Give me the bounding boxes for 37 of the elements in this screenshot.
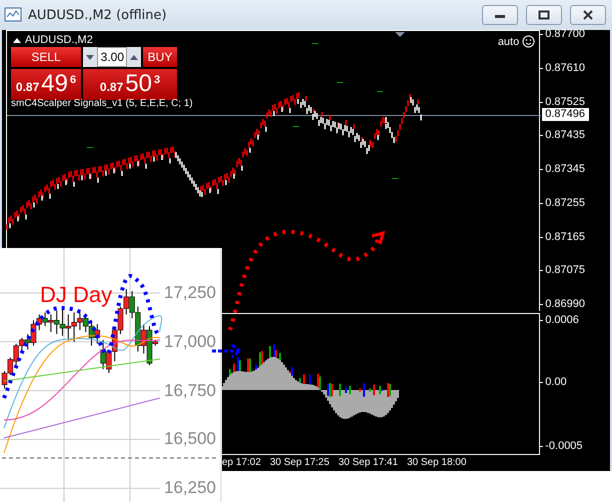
close-icon <box>582 10 594 20</box>
current-price-label: 0.87496 <box>542 108 589 121</box>
inset-chart-title: DJ Day <box>40 282 112 308</box>
signal-dash <box>392 178 398 179</box>
marker-triangle-icon <box>395 32 405 37</box>
sell-button[interactable]: SELL <box>11 47 81 67</box>
scale-mode-label: auto <box>498 35 520 49</box>
inset-price-label: 17,250 <box>164 282 216 303</box>
inset-price-label: 16,250 <box>164 478 216 498</box>
close-button[interactable] <box>570 5 606 25</box>
restore-icon <box>538 10 550 20</box>
inset-price-label: 17,000 <box>164 332 216 352</box>
indicator-label: smC4Scalper Signals_v1 (5, E,E,E, C; 1) <box>11 97 193 110</box>
signal-dash <box>87 147 93 148</box>
smiley-icon <box>522 35 536 48</box>
price-axis-label: 0.87525 <box>540 94 585 108</box>
signal-dash <box>337 82 343 83</box>
collapse-triangle-icon[interactable] <box>13 37 21 43</box>
minimize-button[interactable] <box>482 5 518 25</box>
time-axis-label: ep 17:02 <box>222 456 261 470</box>
time-axis-label: 30 Sep 17:25 <box>270 456 330 470</box>
inset-price-label: 16,750 <box>164 380 216 401</box>
buy-button[interactable]: BUY <box>143 47 177 67</box>
window-title: AUDUSD.,M2 (offline) <box>28 8 168 22</box>
signal-dash <box>312 43 318 44</box>
signal-dash <box>293 126 299 127</box>
caret-down-icon <box>86 54 94 60</box>
lots-input[interactable]: 3.00 <box>97 47 127 67</box>
chart-window-icon <box>4 7 22 23</box>
inset-price-label: 16,500 <box>164 429 216 450</box>
price-axis-label: 0.87165 <box>540 230 585 244</box>
caret-up-icon <box>130 54 138 60</box>
time-axis-label: 30 Sep 17:41 <box>338 456 398 470</box>
signal-dash <box>377 91 383 92</box>
chart-symbol: AUDUSD.,M2 <box>25 33 93 47</box>
restore-button[interactable] <box>526 5 562 25</box>
time-axis-label: 30 Sep 18:00 <box>406 456 466 470</box>
